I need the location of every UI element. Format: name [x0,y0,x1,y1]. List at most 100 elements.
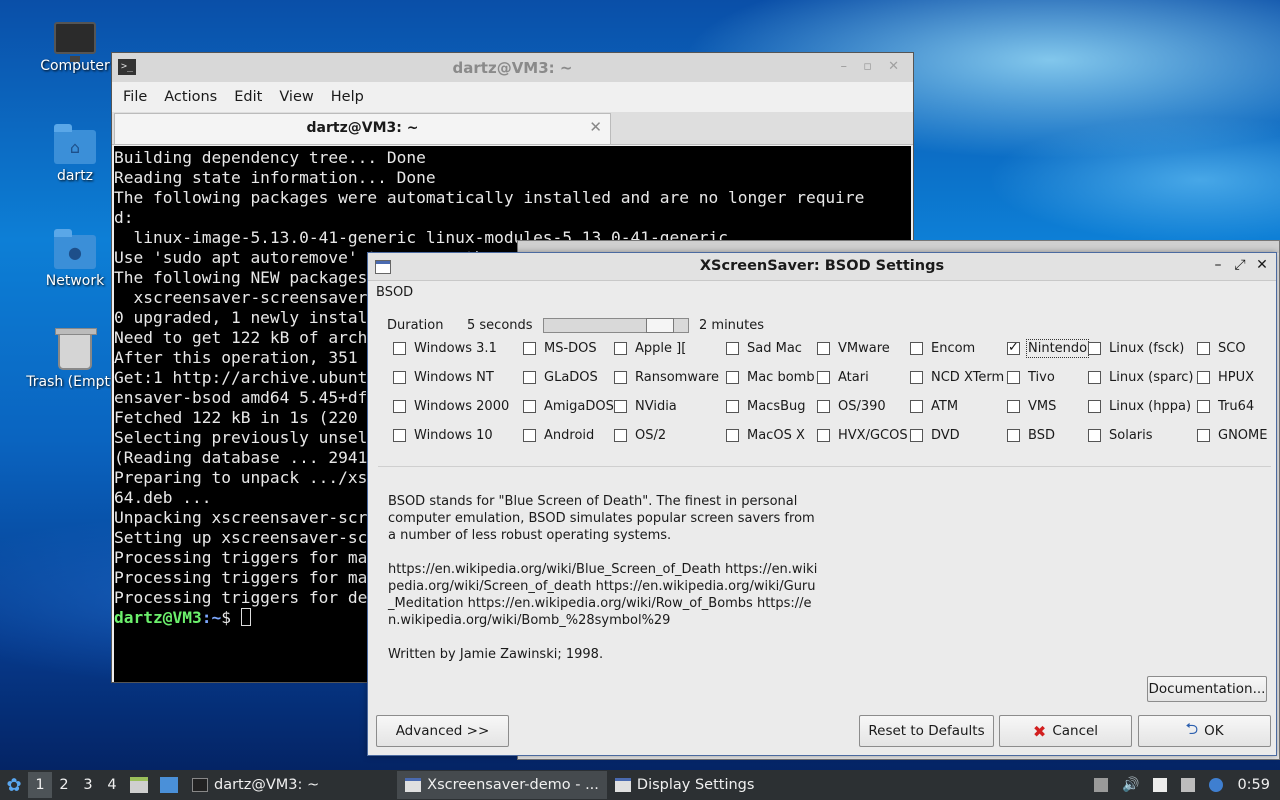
checkbox-box[interactable] [393,341,406,355]
close-icon[interactable]: ✕ [1256,257,1268,273]
bsod-option-checkbox[interactable]: Windows 3.1 [393,339,497,357]
checkbox-box[interactable] [614,428,627,442]
checkbox-box[interactable] [910,341,923,355]
bsod-option-checkbox[interactable]: Android [523,426,594,444]
checkbox-box[interactable] [523,399,536,413]
checkbox-box[interactable] [393,428,406,442]
checkbox-box[interactable] [1007,340,1020,355]
maximize-icon[interactable]: ⤢ [1234,257,1246,273]
task-display-settings[interactable]: Display Settings [607,771,763,799]
bsod-option-checkbox[interactable]: Mac bomb [726,368,815,386]
bsod-option-checkbox[interactable]: Apple ][ [614,339,686,357]
checkbox-box[interactable] [817,428,830,442]
checkbox-box[interactable] [523,370,536,384]
start-menu-icon[interactable]: ✿ [0,770,28,800]
menu-view[interactable]: View [274,89,325,105]
task-xscreensaver[interactable]: Xscreensaver-demo - ... [397,771,607,799]
file-manager-icon[interactable] [130,777,148,793]
bsod-option-checkbox[interactable]: Linux (fsck) [1088,339,1184,357]
checkbox-box[interactable] [1007,428,1020,442]
checkbox-box[interactable] [393,399,406,413]
checkbox-box[interactable] [1088,341,1101,355]
workspace-1[interactable]: 1 [28,772,52,798]
close-tab-icon[interactable]: ✕ [589,118,602,136]
bsod-option-checkbox[interactable]: ATM [910,397,958,415]
task-terminal[interactable]: dartz@VM3: ~ [184,771,327,799]
checkbox-box[interactable] [817,370,830,384]
checkbox-box[interactable] [817,341,830,355]
advanced-button[interactable]: Advanced >> [376,715,509,747]
eject-icon[interactable] [1094,778,1108,792]
menu-actions[interactable]: Actions [159,89,229,105]
reset-defaults-button[interactable]: Reset to Defaults [859,715,994,747]
network-icon[interactable] [1181,778,1196,792]
checkbox-box[interactable] [726,341,739,355]
bsod-option-checkbox[interactable]: Linux (sparc) [1088,368,1194,386]
menu-edit[interactable]: Edit [229,89,274,105]
show-desktop-icon[interactable] [160,777,178,793]
checkbox-box[interactable] [1007,370,1020,384]
menu-help[interactable]: Help [326,89,376,105]
bsod-option-checkbox[interactable]: OS/390 [817,397,886,415]
dialog-titlebar[interactable]: XScreenSaver: BSOD Settings – ⤢ ✕ [368,253,1276,281]
checkbox-box[interactable] [1197,341,1210,355]
menu-file[interactable]: File [118,89,159,105]
bsod-option-checkbox[interactable]: MacOS X [726,426,805,444]
ok-button[interactable]: ⮌ OK [1138,715,1271,747]
bsod-option-checkbox[interactable]: Linux (hppa) [1088,397,1191,415]
bsod-option-checkbox[interactable]: Windows 10 [393,426,493,444]
bsod-option-checkbox[interactable]: GNOME [1197,426,1267,444]
bsod-option-checkbox[interactable]: Sad Mac [726,339,802,357]
bsod-option-checkbox[interactable]: NVidia [614,397,677,415]
bsod-option-checkbox[interactable]: HVX/GCOS [817,426,908,444]
clock[interactable]: 0:59 [1237,777,1270,793]
checkbox-box[interactable] [726,370,739,384]
bsod-option-checkbox[interactable]: GLaDOS [523,368,598,386]
checkbox-box[interactable] [817,399,830,413]
bsod-option-checkbox[interactable]: NCD XTerm [910,368,1004,386]
checkbox-box[interactable] [1088,428,1101,442]
bsod-option-checkbox[interactable]: Tru64 [1197,397,1254,415]
clipboard-icon[interactable] [1153,778,1168,792]
bsod-option-checkbox[interactable]: VMS [1007,397,1056,415]
bsod-option-checkbox[interactable]: Nintendo [1007,338,1090,358]
checkbox-box[interactable] [523,341,536,355]
bsod-option-checkbox[interactable]: Encom [910,339,975,357]
workspace-4[interactable]: 4 [100,777,124,793]
checkbox-box[interactable] [1007,399,1020,413]
checkbox-box[interactable] [1197,428,1210,442]
terminal-titlebar[interactable]: >_ dartz@VM3: ~ – ▫ ✕ [112,53,913,82]
minimize-icon[interactable]: – [1212,257,1224,273]
bsod-option-checkbox[interactable]: AmigaDOS [523,397,614,415]
workspace-2[interactable]: 2 [52,777,76,793]
checkbox-box[interactable] [614,370,627,384]
workspace-3[interactable]: 3 [76,777,100,793]
bsod-option-checkbox[interactable]: Windows 2000 [393,397,509,415]
bsod-option-checkbox[interactable]: BSD [1007,426,1055,444]
checkbox-box[interactable] [614,399,627,413]
bsod-option-checkbox[interactable]: Atari [817,368,869,386]
bsod-option-checkbox[interactable]: DVD [910,426,960,444]
bsod-option-checkbox[interactable]: MS-DOS [523,339,597,357]
checkbox-box[interactable] [910,399,923,413]
volume-icon[interactable]: 🔊 [1122,777,1139,793]
checkbox-box[interactable] [726,399,739,413]
window-controls[interactable]: – ▫ ✕ [841,59,905,74]
bsod-option-checkbox[interactable]: HPUX [1197,368,1254,386]
checkbox-box[interactable] [393,370,406,384]
slider-thumb[interactable] [646,317,674,333]
bsod-option-checkbox[interactable]: Tivo [1007,368,1055,386]
bsod-option-checkbox[interactable]: OS/2 [614,426,666,444]
checkbox-box[interactable] [726,428,739,442]
bsod-option-checkbox[interactable]: Solaris [1088,426,1153,444]
bsod-option-checkbox[interactable]: Ransomware [614,368,719,386]
checkbox-box[interactable] [1197,399,1210,413]
checkbox-box[interactable] [523,428,536,442]
documentation-button[interactable]: Documentation... [1147,676,1267,702]
checkbox-box[interactable] [614,341,627,355]
terminal-tab[interactable]: dartz@VM3: ~ ✕ [114,113,611,144]
checkbox-box[interactable] [1197,370,1210,384]
duration-slider[interactable] [543,317,689,333]
bsod-option-checkbox[interactable]: MacsBug [726,397,806,415]
checkbox-box[interactable] [910,370,923,384]
